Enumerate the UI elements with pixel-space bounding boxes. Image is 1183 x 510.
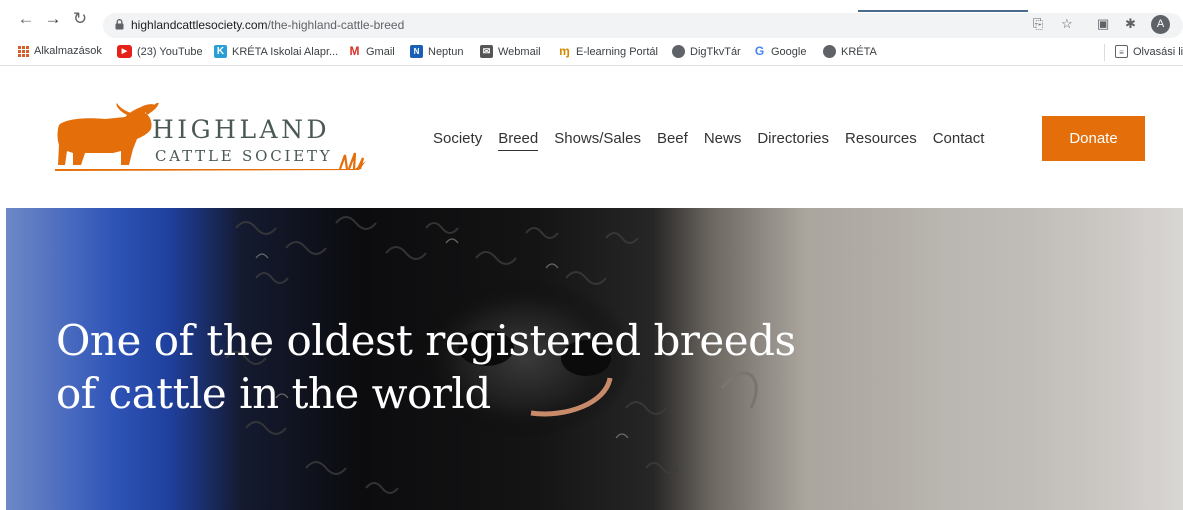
nav-resources[interactable]: Resources [845,130,917,151]
reading-list-label: Olvasási lis [1133,45,1183,58]
bookmark-label: Webmail [498,45,541,58]
reload-icon[interactable]: ↻ [70,9,90,29]
bookmark-label: KRÉTA [841,45,877,58]
bookmark-label: Gmail [366,45,395,58]
reading-list-button[interactable]: ≡ Olvasási lis [1115,45,1183,58]
logo-line2: CATTLE SOCIETY [155,147,333,165]
tab-strip-edge [858,10,1028,12]
nav-beef[interactable]: Beef [657,130,688,151]
gmail-icon: M [348,44,361,58]
nav-breed[interactable]: Breed [498,130,539,151]
bookmark-label: (23) YouTube [137,45,203,58]
bookmark-label: Neptun [428,45,464,58]
globe-icon [672,45,685,58]
back-icon[interactable]: ← [16,9,36,29]
logo-line1: HIGHLAND [152,115,331,144]
youtube-icon: ▶ [117,45,132,58]
webmail-icon: ✉ [480,45,493,58]
translate-icon[interactable]: ⎘ [1033,16,1043,32]
star-icon[interactable]: ☆ [1061,16,1073,32]
nav-shows-sales[interactable]: Shows/Sales [554,130,641,151]
kreta-icon: K [214,45,227,58]
bookmark-elearning[interactable]: ɱ E-learning Portál [558,45,658,58]
bookmark-digtkvtar[interactable]: DigTkvTár [672,45,741,58]
google-icon: G [753,44,766,58]
elearning-icon: ɱ [558,44,571,58]
main-navigation: Society Breed Shows/Sales Beef News Dire… [433,130,1000,151]
site-logo[interactable]: HIGHLAND CATTLE SOCIETY [55,103,370,177]
nav-news[interactable]: News [704,130,742,151]
donate-button[interactable]: Donate [1042,116,1145,161]
site-header: HIGHLAND CATTLE SOCIETY Society Breed Sh… [0,67,1183,208]
address-bar[interactable]: highlandcattlesociety.com/the-highland-c… [103,13,1183,38]
extensions-puzzle-icon[interactable]: ✱ [1125,16,1136,32]
profile-avatar[interactable]: A [1151,15,1170,34]
pdf-extension-icon[interactable]: ▣ [1097,16,1109,32]
bookmark-label: KRÉTA Iskolai Alapr... [232,45,339,58]
reading-list-icon: ≡ [1115,45,1128,58]
bookmark-divider [1104,44,1105,61]
hero-title: One of the oldest registered breeds of c… [56,314,856,420]
bookmark-label: DigTkvTár [690,45,741,58]
url-path: /the-highland-cattle-breed [267,18,405,32]
bookmark-kreta[interactable]: KRÉTA [823,45,877,58]
bookmark-neptun[interactable]: N Neptun [410,45,463,58]
nav-directories[interactable]: Directories [757,130,829,151]
url-host: highlandcattlesociety.com [131,18,268,32]
hero-banner: One of the oldest registered breeds of c… [6,208,1183,510]
hero-title-line1: One of the oldest registered breeds [56,316,796,365]
apps-grid-icon [18,45,29,57]
bookmark-label: E-learning Portál [576,45,658,58]
bookmark-label: Alkalmazások [34,45,102,57]
bookmark-gmail[interactable]: M Gmail [348,45,395,58]
globe-icon [823,45,836,58]
bookmark-google[interactable]: G Google [753,45,806,58]
nav-society[interactable]: Society [433,130,482,151]
bookmarks-bar: Alkalmazások ▶ (23) YouTube K KRÉTA Isko… [0,40,1183,66]
bookmark-label: Google [771,45,807,58]
nav-contact[interactable]: Contact [933,130,985,151]
browser-toolbar: ← → ↻ highlandcattlesociety.com/the-high… [0,0,1183,38]
neptun-icon: N [410,45,423,58]
bookmark-webmail[interactable]: ✉ Webmail [480,45,541,58]
bookmark-apps[interactable]: Alkalmazások [18,45,102,57]
url-text: highlandcattlesociety.com/the-highland-c… [131,18,404,32]
lock-icon [115,19,124,30]
forward-icon[interactable]: → [43,9,63,29]
hero-title-line2: of cattle in the world [56,369,491,418]
bookmark-kreta-alap[interactable]: K KRÉTA Iskolai Alapr... [214,45,338,58]
bookmark-youtube[interactable]: ▶ (23) YouTube [117,45,203,58]
